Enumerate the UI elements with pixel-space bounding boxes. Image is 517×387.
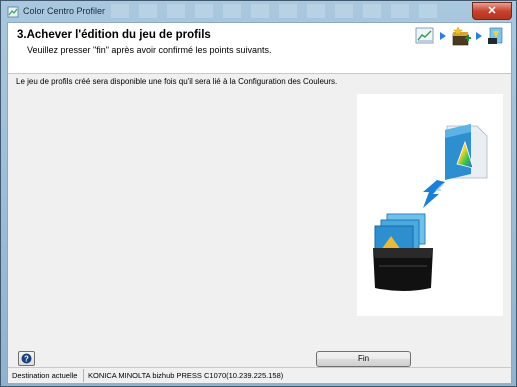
illustration-panel: [357, 94, 503, 316]
header-divider: [8, 73, 511, 74]
info-text: Le jeu de profils créé sera disponible u…: [16, 77, 338, 86]
page-title: 3.Achever l'édition du jeu de profils: [17, 29, 211, 41]
finish-button[interactable]: Fin: [316, 351, 411, 367]
svg-text:?: ?: [24, 354, 29, 363]
wizard-panel: 3.Achever l'édition du jeu de profils Ve…: [7, 22, 512, 383]
question-icon: ?: [21, 353, 32, 364]
help-button[interactable]: ?: [18, 351, 35, 366]
color-profile-file-icon: [445, 124, 488, 180]
window-title: Color Centro Profiler: [23, 6, 106, 16]
status-bar: Destination actuelle KONICA MINOLTA bizh…: [8, 367, 511, 383]
page-subtitle: Veuillez presser "fin" après avoir confi…: [27, 45, 272, 55]
arrow-right-icon: [440, 32, 446, 40]
app-window: Color Centro Profiler ✕ 3.Achever l'édit…: [0, 0, 517, 387]
app-icon: [7, 6, 19, 18]
box-star-icon: [452, 26, 471, 46]
status-label: Destination actuelle: [12, 371, 78, 380]
arrow-down-icon: [423, 180, 445, 208]
title-bar[interactable]: Color Centro Profiler ✕: [1, 1, 516, 23]
wizard-header: 3.Achever l'édition du jeu de profils Ve…: [8, 23, 511, 74]
profile-done-icon: [488, 27, 503, 44]
close-button[interactable]: ✕: [472, 2, 512, 20]
title-bar-glass: [111, 4, 441, 18]
profile-box-icon: [373, 213, 433, 291]
status-value: KONICA MINOLTA bizhub PRESS C1070(10.239…: [88, 371, 284, 380]
status-separator: [83, 369, 84, 382]
chart-icon: [415, 27, 434, 44]
arrow-right-icon: [476, 32, 482, 40]
step-progress: [415, 26, 507, 46]
